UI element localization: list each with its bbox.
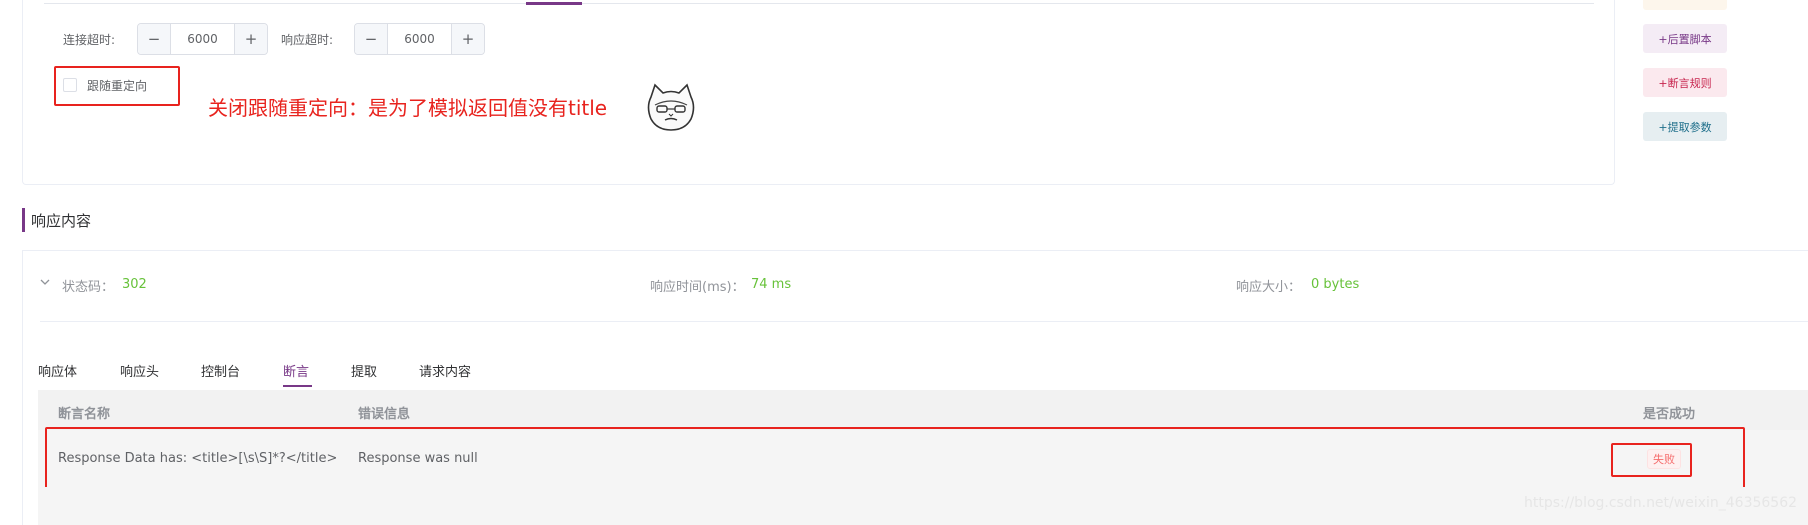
add-assertion-rule-label: +断言规则 <box>1658 76 1712 90</box>
plus-icon: + <box>244 30 258 48</box>
status-code-value: 302 <box>122 277 147 292</box>
add-assertion-rule-button[interactable]: +断言规则 <box>1643 68 1727 97</box>
response-timeout-input[interactable]: 6000 <box>388 24 451 54</box>
assertion-table-header <box>38 390 1808 430</box>
side-button-partial <box>1643 0 1727 10</box>
response-size-label: 响应大小： <box>1236 280 1302 295</box>
error-message-cell: Response was null <box>358 451 478 466</box>
assertion-name-cell: Response Data has: <title>[\s\S]*?</titl… <box>58 451 338 466</box>
active-tab-indicator <box>283 385 312 387</box>
response-timeout-label: 响应超时: <box>281 33 334 47</box>
tab-response-body[interactable]: 响应体 <box>38 361 77 380</box>
column-header-success: 是否成功 <box>1643 407 1696 422</box>
connect-timeout-input[interactable]: 6000 <box>171 24 234 54</box>
column-header-error-message: 错误信息 <box>358 407 411 422</box>
top-active-tab-indicator <box>526 2 582 5</box>
watermark: https://blog.csdn.net/weixin_46356562 <box>1524 495 1798 511</box>
status-code-label: 状态码： <box>62 280 115 295</box>
column-header-assertion-name: 断言名称 <box>58 407 111 422</box>
minus-icon: − <box>147 30 161 48</box>
response-size-value: 0 bytes <box>1311 277 1360 292</box>
add-post-script-label: +后置脚本 <box>1658 32 1712 46</box>
add-extract-param-button[interactable]: +提取参数 <box>1643 112 1727 141</box>
response-time-value: 74 ms <box>751 277 792 292</box>
response-timeout-decrease-button[interactable]: − <box>355 24 388 54</box>
follow-redirect-label[interactable]: 跟随重定向 <box>87 77 147 94</box>
plus-icon: + <box>461 30 475 48</box>
connect-timeout-label: 连接超时: <box>63 33 116 47</box>
fail-status-badge: 失败 <box>1647 449 1681 469</box>
tab-response-headers[interactable]: 响应头 <box>120 361 159 380</box>
annotation-text: 关闭跟随重定向：是为了模拟返回值没有title <box>208 96 608 120</box>
tab-extract[interactable]: 提取 <box>351 361 377 380</box>
fail-status-label: 失败 <box>1653 453 1675 466</box>
connect-timeout-stepper[interactable]: − 6000 + <box>137 23 268 55</box>
add-extract-param-label: +提取参数 <box>1658 120 1712 134</box>
cat-face-sticker <box>645 83 697 133</box>
chevron-down-icon[interactable] <box>40 275 50 289</box>
connect-timeout-decrease-button[interactable]: − <box>138 24 171 54</box>
tab-console[interactable]: 控制台 <box>201 361 240 380</box>
tab-request-content[interactable]: 请求内容 <box>419 361 471 380</box>
response-meta-divider <box>40 321 1808 322</box>
section-accent-bar <box>22 208 25 232</box>
tab-assertions[interactable]: 断言 <box>283 361 309 380</box>
response-section-title: 响应内容 <box>31 212 92 230</box>
response-timeout-increase-button[interactable]: + <box>451 24 484 54</box>
follow-redirect-checkbox[interactable] <box>63 78 77 92</box>
response-time-label: 响应时间(ms)： <box>650 280 745 295</box>
connect-timeout-increase-button[interactable]: + <box>234 24 267 54</box>
top-tabs-divider <box>44 3 1594 4</box>
minus-icon: − <box>364 30 378 48</box>
response-timeout-stepper[interactable]: − 6000 + <box>354 23 485 55</box>
add-post-script-button[interactable]: +后置脚本 <box>1643 24 1727 53</box>
